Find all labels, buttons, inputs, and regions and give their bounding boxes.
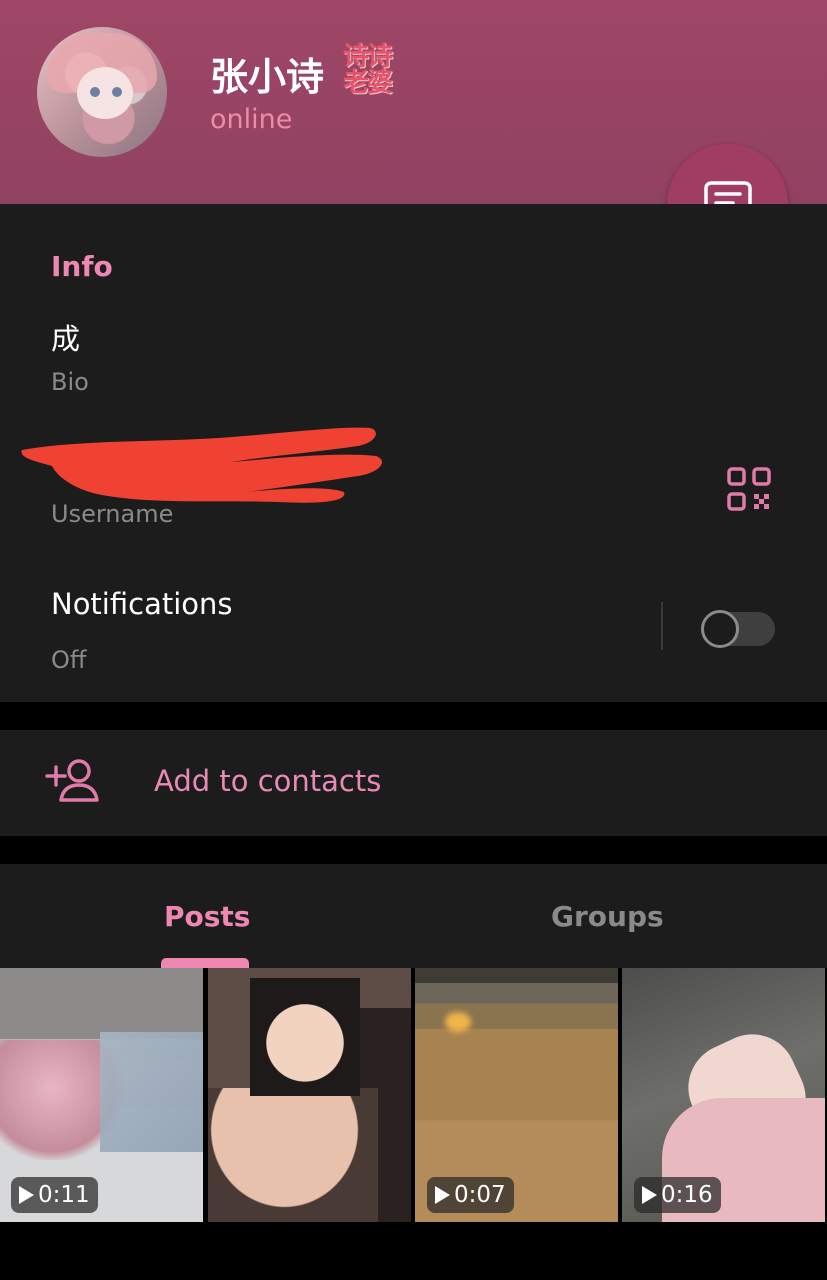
redaction-scribble — [18, 422, 390, 512]
avatar-eye — [90, 87, 100, 97]
profile-name: 张小诗 — [210, 55, 325, 99]
media-thumbnail[interactable]: 0:16 — [622, 968, 825, 1222]
media-thumbnail[interactable]: 0:07 — [415, 968, 618, 1222]
thumb-face — [250, 978, 360, 1096]
media-grid: 0:11 0:07 0:16 — [0, 968, 827, 1222]
media-tabs: Posts Groups — [0, 864, 827, 968]
notifications-label[interactable]: Notifications — [51, 587, 233, 621]
toggle-knob — [701, 610, 739, 648]
divider — [661, 602, 663, 650]
duration-badge: 0:07 — [427, 1177, 514, 1213]
duration-text: 0:07 — [454, 1182, 506, 1208]
add-to-contacts-label: Add to contacts — [154, 764, 382, 798]
info-card: Info 成 Bio Username Notifications Off — [0, 204, 827, 702]
notifications-toggle[interactable] — [701, 610, 775, 648]
media-thumbnail[interactable]: 0:11 — [0, 968, 203, 1222]
thumb-body — [208, 1088, 378, 1222]
duration-text: 0:11 — [38, 1182, 90, 1208]
username-caption: Username — [51, 500, 174, 528]
name-sticker: 诗诗 老婆 — [343, 42, 393, 98]
bio-caption: Bio — [51, 368, 89, 396]
tab-groups[interactable]: Groups — [551, 900, 664, 933]
play-icon — [642, 1186, 657, 1204]
avatar-eye — [112, 87, 122, 97]
play-icon — [435, 1186, 450, 1204]
avatar[interactable] — [37, 27, 167, 157]
duration-badge: 0:11 — [11, 1177, 98, 1213]
duration-badge: 0:16 — [634, 1177, 721, 1213]
bio-value[interactable]: 成 — [51, 316, 80, 358]
media-thumbnail[interactable] — [208, 968, 411, 1222]
add-to-contacts-row[interactable]: Add to contacts — [0, 730, 827, 836]
play-icon — [19, 1186, 34, 1204]
tab-posts[interactable]: Posts — [164, 900, 250, 933]
info-section-title: Info — [51, 250, 113, 283]
tab-indicator — [161, 958, 249, 968]
notifications-status: Off — [51, 646, 87, 674]
avatar-face — [77, 67, 133, 119]
profile-status: online — [210, 104, 293, 135]
qr-code-icon[interactable] — [727, 467, 771, 515]
add-contact-icon — [45, 758, 101, 808]
duration-text: 0:16 — [661, 1182, 713, 1208]
